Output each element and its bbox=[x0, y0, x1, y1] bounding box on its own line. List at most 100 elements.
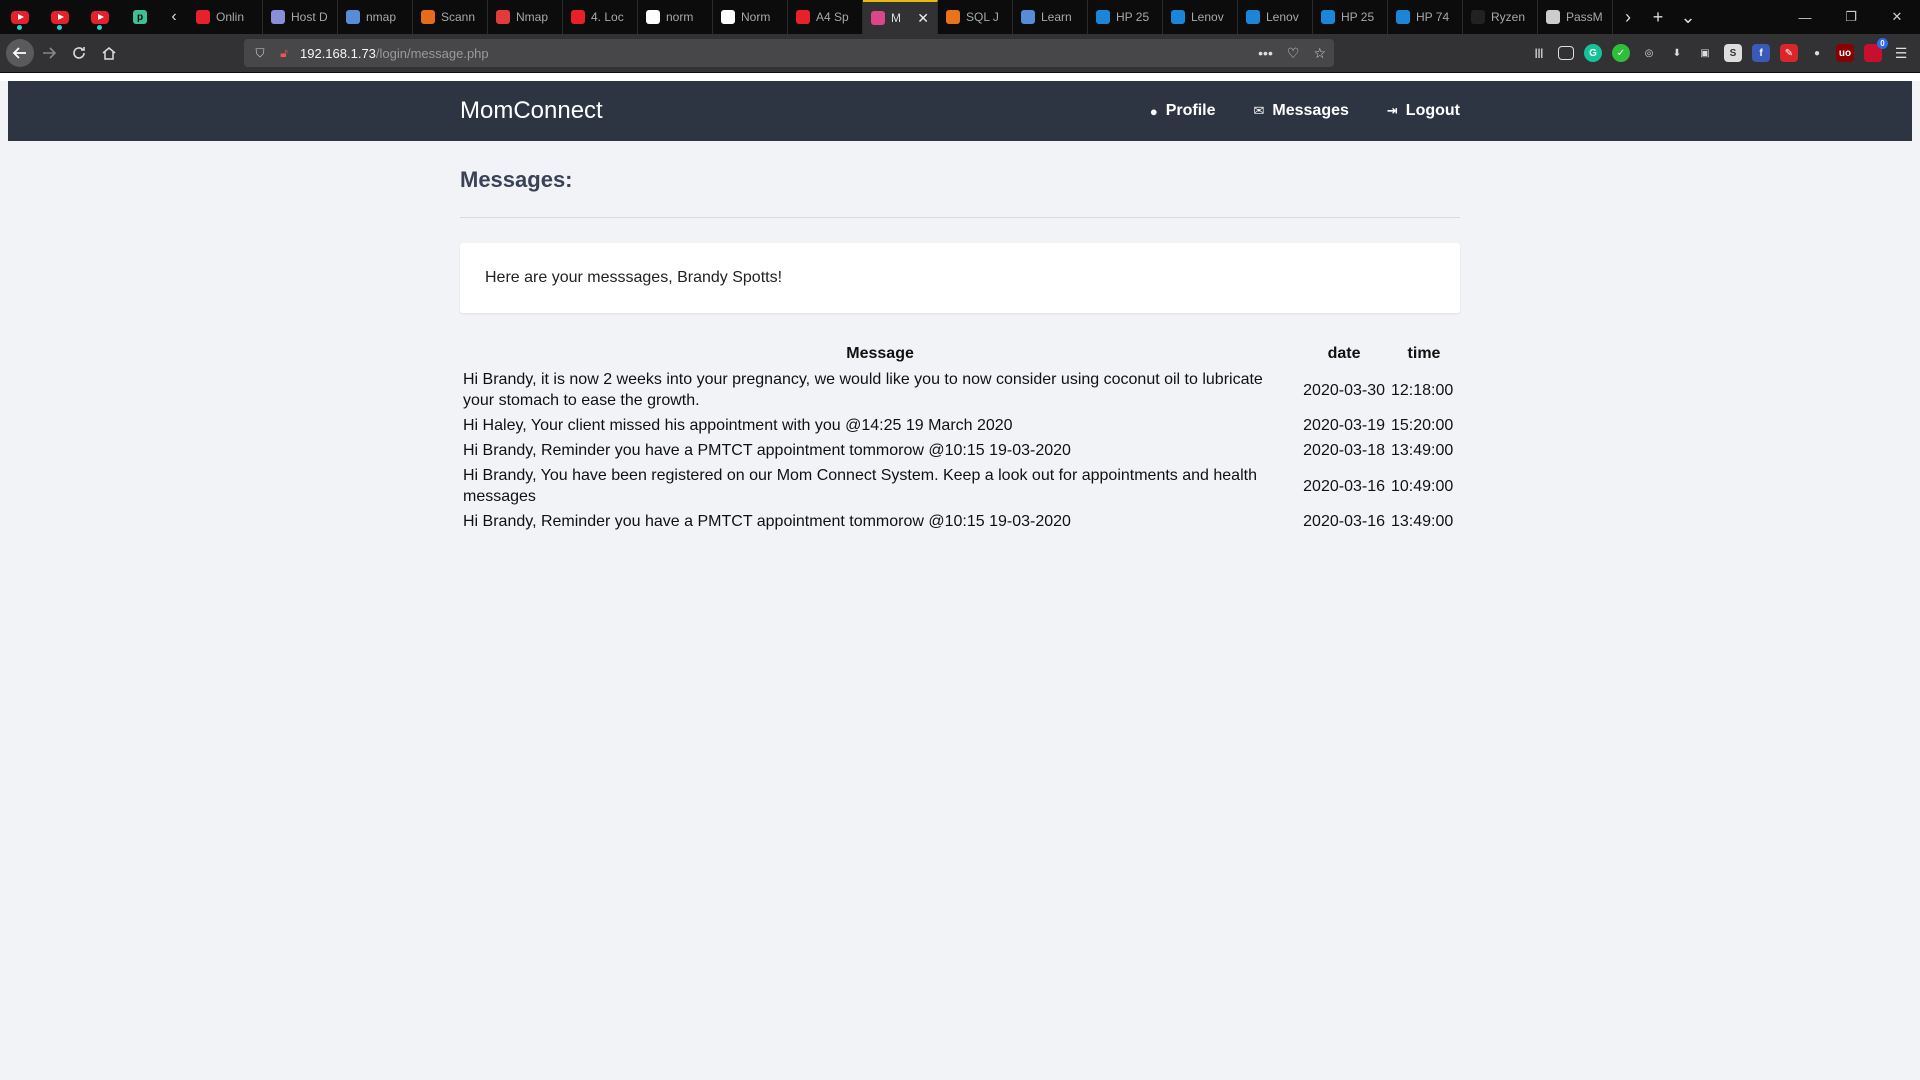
back-button[interactable] bbox=[6, 39, 34, 67]
t-icon bbox=[1171, 10, 1185, 24]
browser-tab[interactable]: Learn bbox=[1013, 0, 1088, 34]
pinned-tab-p[interactable]: p bbox=[120, 0, 160, 34]
list-all-tabs-button[interactable]: ⌄ bbox=[1673, 0, 1703, 34]
browser-tab[interactable]: HP 25 bbox=[1313, 0, 1388, 34]
message-cell: Hi Brandy, Reminder you have a PMTCT app… bbox=[463, 442, 1071, 459]
tab-label: PassM bbox=[1566, 10, 1603, 24]
table-row: Hi Haley, Your client missed his appoint… bbox=[460, 413, 1460, 438]
browser-tab[interactable]: Nmap bbox=[488, 0, 563, 34]
t-icon bbox=[1096, 10, 1110, 24]
checkmark-extension-icon[interactable]: ✓ bbox=[1612, 44, 1630, 62]
pocket-icon[interactable]: ♡ bbox=[1287, 45, 1300, 62]
tab-label: Learn bbox=[1041, 10, 1072, 24]
tab-list: Onlin Host D nmap Scann Nmap 4. Loc norm Norm A4… bbox=[188, 0, 1613, 34]
t-icon bbox=[1396, 10, 1410, 24]
library-icon[interactable]: ||| bbox=[1530, 44, 1548, 62]
target-icon bbox=[496, 10, 510, 24]
facebook-extension-icon[interactable]: f bbox=[1752, 44, 1770, 62]
screenshot-icon[interactable]: ▣ bbox=[1696, 44, 1714, 62]
browser-tab[interactable]: HP 74 bbox=[1388, 0, 1463, 34]
browser-tab[interactable]: Host D bbox=[263, 0, 338, 34]
browser-tab[interactable]: Norm bbox=[713, 0, 788, 34]
forward-button[interactable] bbox=[34, 38, 64, 68]
notification-extension-icon[interactable]: 0 bbox=[1864, 38, 1888, 62]
pinned-tab-youtube-2[interactable] bbox=[40, 0, 80, 34]
browser-tab[interactable]: M ✕ bbox=[863, 0, 938, 34]
tab-label: HP 74 bbox=[1416, 10, 1450, 24]
user-circle-icon: ● bbox=[1149, 103, 1158, 119]
sidebar-icon[interactable] bbox=[1558, 46, 1574, 60]
browser-tab[interactable]: 4. Loc bbox=[563, 0, 638, 34]
nav-profile-link[interactable]: ● Profile bbox=[1150, 102, 1216, 120]
globe-extension-icon[interactable]: ◎ bbox=[1640, 44, 1658, 62]
browser-tab[interactable]: nmap bbox=[338, 0, 413, 34]
browser-tab[interactable]: Onlin bbox=[188, 0, 263, 34]
s-extension-icon[interactable]: S bbox=[1724, 44, 1742, 62]
arrow-left-icon bbox=[12, 47, 26, 59]
color-picker-icon[interactable]: ● bbox=[1808, 44, 1826, 62]
new-tab-button[interactable]: + bbox=[1643, 0, 1673, 34]
tab-label: Lenov bbox=[1266, 10, 1299, 24]
terminal-icon bbox=[421, 10, 435, 24]
dots-icon bbox=[796, 10, 810, 24]
audio-indicator-icon bbox=[17, 25, 22, 30]
close-tab-icon[interactable]: ✕ bbox=[917, 10, 929, 27]
address-bar[interactable]: ⛉ 🔓︎ 192.168.1.73/login/message.php ••• … bbox=[244, 39, 1334, 67]
excel-icon bbox=[721, 10, 735, 24]
tab-label: Ryzen bbox=[1491, 10, 1526, 24]
tab-label: nmap bbox=[366, 10, 397, 24]
close-window-button[interactable]: ✕ bbox=[1874, 0, 1920, 34]
shield-icon[interactable]: ⛉ bbox=[252, 46, 268, 61]
ublock-icon[interactable]: uo bbox=[1836, 44, 1854, 62]
nav-messages-label: Messages bbox=[1272, 102, 1349, 119]
reload-button[interactable] bbox=[64, 38, 94, 68]
pinned-tab-youtube-1[interactable] bbox=[0, 0, 40, 34]
tab-label: Scann bbox=[441, 10, 476, 24]
browser-tab[interactable]: norm bbox=[638, 0, 713, 34]
tab-label: Lenov bbox=[1191, 10, 1224, 24]
brand-logo[interactable]: MomConnect bbox=[460, 97, 603, 125]
browser-tab[interactable]: Lenov bbox=[1163, 0, 1238, 34]
tab-label: A4 Sp bbox=[816, 10, 849, 24]
home-button[interactable] bbox=[94, 38, 124, 68]
browser-tab[interactable]: A4 Sp bbox=[788, 0, 863, 34]
url-host: 192.168.1.73 bbox=[300, 45, 376, 61]
browser-tab[interactable]: Lenov bbox=[1238, 0, 1313, 34]
menu-icon[interactable]: ☰ bbox=[1892, 44, 1910, 62]
time-cell: 13:49:00 bbox=[1391, 442, 1454, 459]
nav-logout-label: Logout bbox=[1405, 102, 1460, 119]
minimize-button[interactable]: — bbox=[1782, 0, 1828, 34]
download-icon[interactable]: ⬇ bbox=[1668, 44, 1686, 62]
bookmark-star-icon[interactable]: ☆ bbox=[1313, 45, 1326, 62]
table-row: Hi Brandy, Reminder you have a PMTCT app… bbox=[460, 509, 1460, 534]
insecure-lock-icon[interactable]: 🔓︎ bbox=[276, 46, 292, 61]
scroll-tabs-left-button[interactable]: ‹ bbox=[160, 0, 188, 34]
date-cell: 2020-03-16 bbox=[1303, 477, 1385, 495]
tab-label: Onlin bbox=[216, 10, 245, 24]
audio-indicator-icon bbox=[57, 25, 62, 30]
greeting-text: Here are your messsages, Brandy Spotts! bbox=[485, 269, 783, 286]
nav-logout-link[interactable]: ⇥ Logout bbox=[1387, 102, 1460, 120]
tab-label: 4. Loc bbox=[591, 10, 624, 24]
scroll-tabs-right-button[interactable]: › bbox=[1613, 0, 1643, 34]
opera-icon bbox=[571, 10, 585, 24]
adobe-icon bbox=[196, 10, 210, 24]
browser-tab[interactable]: Scann bbox=[413, 0, 488, 34]
browser-tab[interactable]: HP 25 bbox=[1088, 0, 1163, 34]
nav-messages-link[interactable]: ✉ Messages bbox=[1253, 102, 1348, 120]
page-title: Messages: bbox=[460, 167, 1460, 218]
browser-tab[interactable]: SQL J bbox=[938, 0, 1013, 34]
browser-tab[interactable]: PassM bbox=[1538, 0, 1613, 34]
time-cell: 15:20:00 bbox=[1391, 417, 1454, 434]
tab-label: Nmap bbox=[516, 10, 549, 24]
header-date: date bbox=[1327, 345, 1361, 362]
pinned-tab-youtube-3[interactable] bbox=[80, 0, 120, 34]
tab-label: Host D bbox=[291, 10, 328, 24]
page-actions-icon[interactable]: ••• bbox=[1258, 45, 1273, 62]
restore-button[interactable]: ❐ bbox=[1828, 0, 1874, 34]
grammarly-icon[interactable]: G bbox=[1584, 44, 1602, 62]
tab-label: M bbox=[891, 11, 901, 25]
red-extension-icon[interactable]: ✎ bbox=[1780, 44, 1798, 62]
browser-tab[interactable]: Ryzen bbox=[1463, 0, 1538, 34]
eye-icon bbox=[271, 10, 285, 24]
